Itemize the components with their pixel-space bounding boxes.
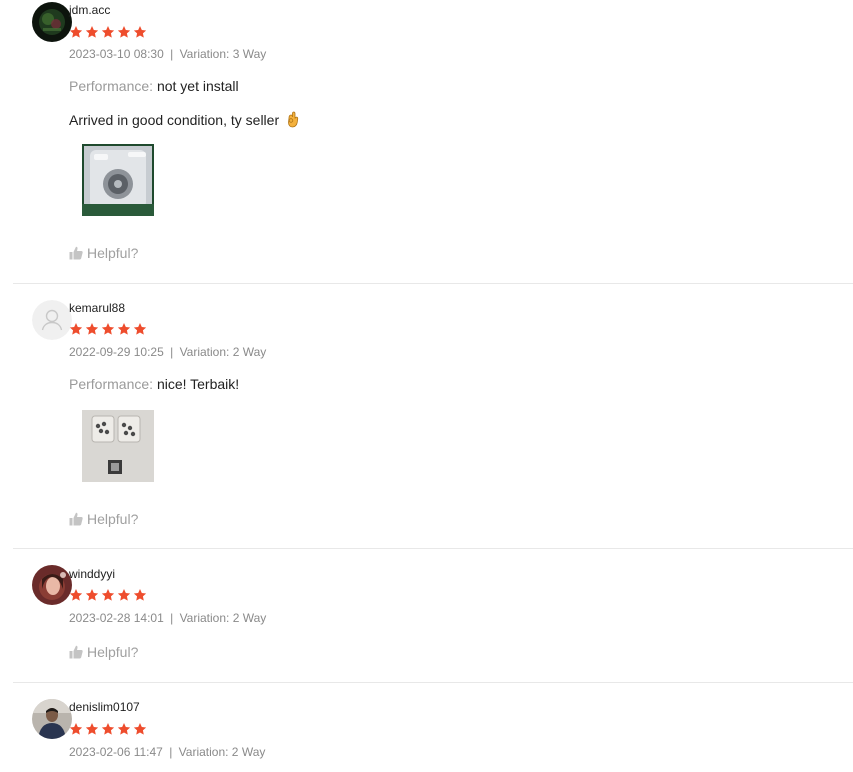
helpful-button[interactable]: Helpful? <box>69 245 138 261</box>
star-icon <box>117 589 131 601</box>
helpful-button[interactable]: Helpful? <box>69 511 138 527</box>
review-comment: Arrived in good condition, ty seller <box>69 110 301 128</box>
reviewer-username: denislim0107 <box>69 700 140 714</box>
star-icon <box>133 589 147 601</box>
helpful-label: Helpful? <box>87 511 139 527</box>
star-icon <box>69 723 83 735</box>
meta-separator: | <box>170 47 174 61</box>
review-variation: Variation: 3 Way <box>179 47 267 61</box>
star-icon <box>85 589 99 601</box>
star-icon <box>85 723 99 735</box>
star-icon <box>133 26 147 38</box>
performance-value: nice! Terbaik! <box>156 376 240 392</box>
user-avatar-placeholder[interactable] <box>32 300 72 340</box>
review-photo[interactable] <box>82 144 154 216</box>
review-meta: 2023-03-10 08:30 | Variation: 3 Way <box>69 47 266 61</box>
performance-label: Performance: <box>69 78 154 94</box>
review-meta: 2023-02-28 14:01 | Variation: 2 Way <box>69 611 266 625</box>
review-meta: 2023-02-06 11:47 | Variation: 2 Way <box>69 745 265 759</box>
reviewer-username: jdm.acc <box>69 3 111 17</box>
thumbs-up-icon <box>69 512 83 526</box>
meta-separator: | <box>169 745 173 759</box>
star-icon <box>117 723 131 735</box>
star-icon <box>101 723 115 735</box>
star-rating <box>69 322 147 336</box>
review-divider <box>13 283 853 284</box>
star-icon <box>85 26 99 38</box>
review-date: 2022-09-29 10:25 <box>69 345 164 359</box>
review-date: 2023-02-28 14:01 <box>69 611 164 625</box>
star-icon <box>101 589 115 601</box>
review-divider <box>13 682 853 683</box>
meta-separator: | <box>170 345 174 359</box>
star-icon <box>117 26 131 38</box>
review-divider <box>13 548 853 549</box>
reviewer-username: kemarul88 <box>69 301 126 315</box>
star-icon <box>133 323 147 335</box>
review-date: 2023-03-10 08:30 <box>69 47 164 61</box>
review-meta: 2022-09-29 10:25 | Variation: 2 Way <box>69 345 266 359</box>
star-rating <box>69 722 147 736</box>
star-icon <box>101 26 115 38</box>
star-icon <box>101 323 115 335</box>
review-date: 2023-02-06 11:47 <box>69 745 163 759</box>
review-variation: Variation: 2 Way <box>179 345 267 359</box>
user-avatar[interactable] <box>32 565 72 605</box>
review-photo[interactable] <box>82 410 154 482</box>
star-rating <box>69 25 147 39</box>
performance-label: Performance: <box>69 376 154 392</box>
star-icon <box>117 323 131 335</box>
user-avatar[interactable] <box>32 699 72 739</box>
star-icon <box>69 589 83 601</box>
star-icon <box>69 26 83 38</box>
review-variation: Variation: 2 Way <box>178 745 266 759</box>
helpful-button[interactable]: Helpful? <box>69 644 138 660</box>
review-comment-text: Arrived in good condition, ty seller <box>69 112 280 128</box>
star-rating <box>69 588 147 602</box>
review-variation: Variation: 2 Way <box>179 611 267 625</box>
thumbs-up-icon <box>69 645 83 659</box>
reviewer-username: winddyyi <box>69 567 116 581</box>
performance-line: Performance: not yet install <box>69 78 239 94</box>
performance-line: Performance: nice! Terbaik! <box>69 376 239 392</box>
helpful-label: Helpful? <box>87 245 139 261</box>
ok-hand-emoji-icon <box>288 111 299 128</box>
helpful-label: Helpful? <box>87 644 139 660</box>
star-icon <box>85 323 99 335</box>
thumbs-up-icon <box>69 246 83 260</box>
star-icon <box>133 723 147 735</box>
performance-value: not yet install <box>156 78 239 94</box>
user-avatar[interactable] <box>32 2 72 42</box>
star-icon <box>69 323 83 335</box>
meta-separator: | <box>170 611 174 625</box>
